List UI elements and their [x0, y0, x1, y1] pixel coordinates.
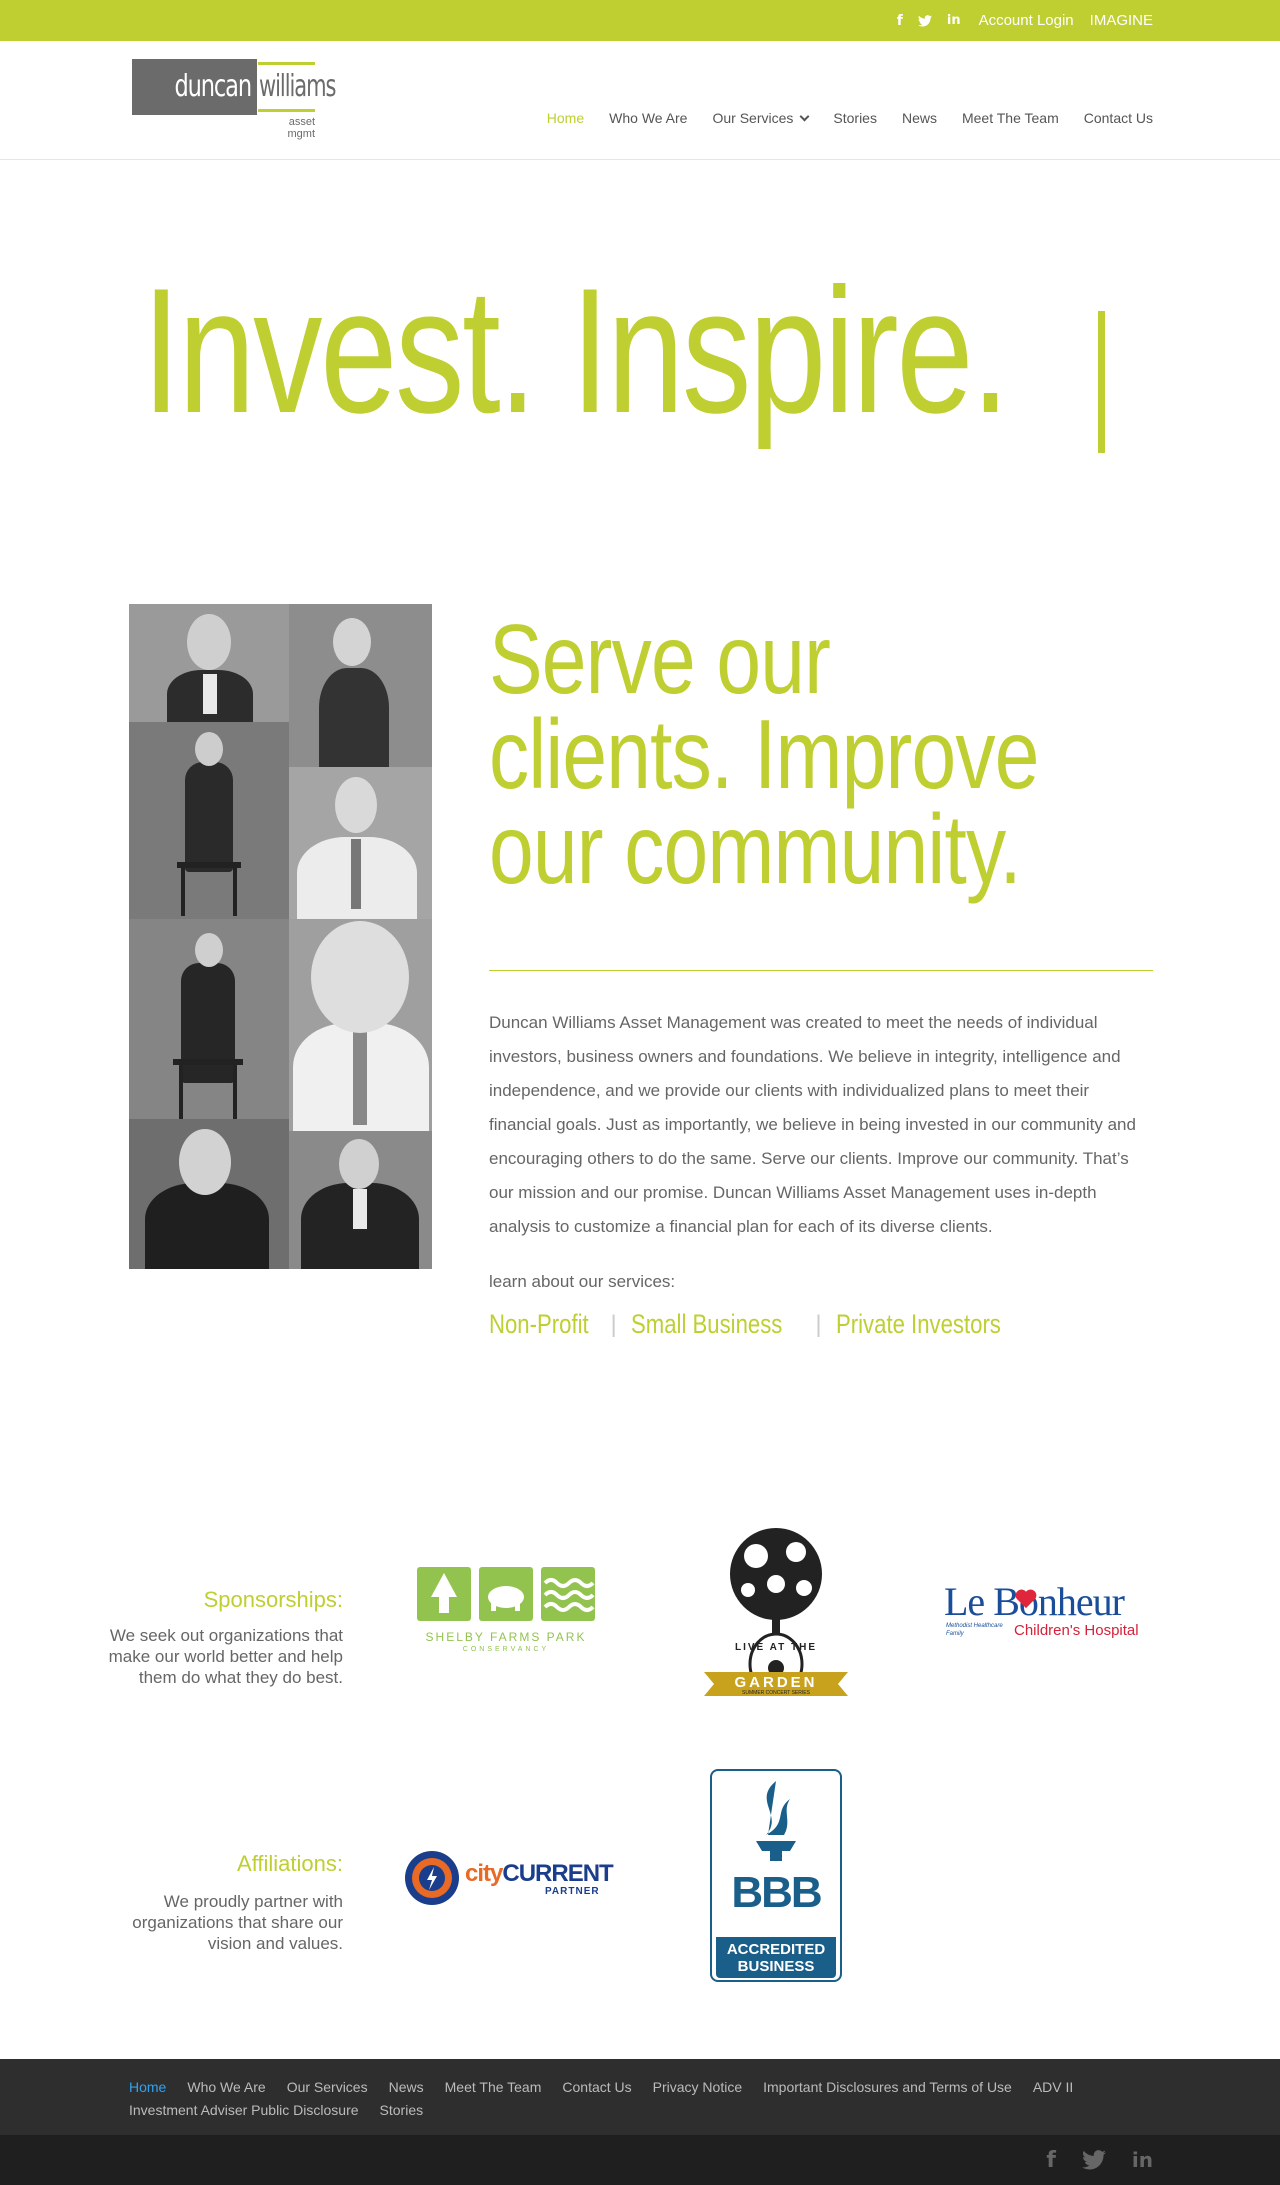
team-photo	[129, 604, 289, 722]
footer-link-contact-us[interactable]: Contact Us	[562, 2079, 631, 2095]
shelby-subcaption: CONSERVANCY	[462, 1646, 550, 1653]
team-photo	[289, 604, 432, 767]
bbb-line1: ACCREDITED	[726, 1941, 826, 1958]
footer-social-icons: f in	[1046, 2148, 1153, 2173]
bbb-line2: BUSINESS	[737, 1958, 815, 1975]
facebook-icon[interactable]: f	[1046, 2148, 1056, 2173]
chevron-down-icon	[799, 111, 810, 121]
typing-cursor	[1098, 311, 1105, 453]
team-photo	[289, 919, 432, 1131]
logo-tagline: asset mgmt	[287, 116, 316, 140]
link-separator: |	[815, 1310, 822, 1338]
service-link-private-investors[interactable]: Private Investors	[836, 1309, 1001, 1340]
bbb-letters: BBB	[731, 1868, 822, 1917]
logo-word-williams: williams	[259, 69, 336, 104]
logo-word-duncan: duncan	[174, 69, 253, 104]
footer-link-adv-ii[interactable]: ADV II	[1033, 2079, 1073, 2095]
team-photo-collage	[129, 604, 432, 1269]
nav-item-contact-us[interactable]: Contact Us	[1084, 110, 1153, 126]
lebonheur-sub: Children's Hospital	[1014, 1622, 1139, 1639]
team-photo	[129, 1119, 289, 1269]
service-link-non-profit[interactable]: Non-Profit	[489, 1309, 589, 1340]
live-at-the-garden-logo[interactable]: LIVE AT THE GARDEN SUMMER CONCERT SERIES	[700, 1522, 852, 1700]
twitter-icon[interactable]	[917, 14, 932, 27]
account-login-link[interactable]: Account Login	[979, 12, 1074, 29]
mission-headline-line: clients. Improve	[489, 699, 1039, 809]
top-bar: f in Account Login IMAGINE	[0, 0, 1280, 41]
mission-headline-line: our community.	[489, 794, 1022, 904]
shelby-farms-logo[interactable]: SHELBY FARMS PARK CONSERVANCY	[417, 1567, 595, 1657]
services-label: learn about our services:	[489, 1272, 676, 1291]
team-photo	[289, 1131, 432, 1269]
logo-accent-bar	[258, 109, 315, 112]
affiliations-description: We proudly partner with organizations th…	[132, 1892, 343, 1953]
city-partner-text: PARTNER	[545, 1886, 600, 1897]
footer-link-disclosures[interactable]: Important Disclosures and Terms of Use	[763, 2079, 1012, 2095]
team-photo	[129, 722, 289, 919]
sponsorships-description: We seek out organizations that make our …	[108, 1626, 343, 1687]
footer-bottom-bar: f in	[0, 2135, 1280, 2185]
garden-top-text: LIVE AT THE	[735, 1642, 817, 1653]
hero-title: Invest. Inspire.	[142, 251, 1010, 450]
footer-link-who-we-are[interactable]: Who We Are	[187, 2079, 265, 2095]
affiliations-title: Affiliations:	[237, 1851, 343, 1876]
service-link-small-business[interactable]: Small Business	[631, 1309, 782, 1340]
site-header: duncan williams asset mgmt Home Who We A…	[0, 41, 1280, 160]
footer-links: Home Who We Are Our Services News Meet T…	[129, 2079, 1159, 2118]
linkedin-icon[interactable]: in	[1132, 2148, 1153, 2173]
logo-box: duncan	[132, 59, 257, 115]
footer-link-stories[interactable]: Stories	[380, 2102, 424, 2118]
city-word: city	[465, 1860, 503, 1887]
services-links: Non-Profit | Small Business | Private In…	[489, 1309, 1037, 1340]
lebonheur-family: Methodist Healthcare Family	[946, 1623, 1003, 1637]
divider	[489, 970, 1153, 971]
footer-link-news[interactable]: News	[389, 2079, 424, 2095]
logo-accent-bar	[258, 62, 315, 65]
facebook-icon[interactable]: f	[897, 13, 903, 29]
garden-sub-text: SUMMER CONCERT SERIES	[742, 1690, 810, 1696]
linkedin-icon[interactable]: in	[947, 13, 961, 28]
link-separator: |	[610, 1310, 617, 1338]
sponsorships-title: Sponsorships:	[203, 1587, 343, 1612]
footer-link-investment-adviser[interactable]: Investment Adviser Public Disclosure	[129, 2102, 359, 2118]
footer-nav: Home Who We Are Our Services News Meet T…	[0, 2059, 1280, 2135]
nav-item-meet-the-team[interactable]: Meet The Team	[962, 110, 1059, 126]
footer-link-our-services[interactable]: Our Services	[287, 2079, 368, 2095]
team-photo	[129, 919, 289, 1119]
top-social-icons: f in	[897, 13, 961, 29]
nav-item-who-we-are[interactable]: Who We Are	[609, 110, 687, 126]
bbb-accredited-logo[interactable]: BBB ACCREDITED BUSINESS	[710, 1769, 842, 1982]
footer-link-privacy-notice[interactable]: Privacy Notice	[653, 2079, 742, 2095]
main-nav: Home Who We Are Our Services Stories New…	[522, 110, 1153, 126]
nav-item-our-services[interactable]: Our Services	[712, 110, 810, 126]
duncan-williams-logo[interactable]: duncan williams asset mgmt	[131, 58, 336, 140]
footer-link-home[interactable]: Home	[129, 2079, 166, 2095]
about-paragraph: Duncan Williams Asset Management was cre…	[489, 1013, 1136, 1236]
twitter-icon[interactable]	[1081, 2148, 1106, 2170]
garden-banner-text: GARDEN	[734, 1674, 818, 1691]
nav-item-label: Our Services	[712, 110, 794, 126]
city-current-logo[interactable]: cityCURRENT PARTNER	[403, 1848, 614, 1908]
le-bonheur-logo[interactable]: Le Bonheur Children's Hospital Methodist…	[944, 1578, 1144, 1648]
mission-headline: Serve our clients. Improve our community…	[489, 604, 1039, 904]
nav-item-stories[interactable]: Stories	[833, 110, 877, 126]
heart-icon	[1015, 1589, 1037, 1609]
shelby-caption: SHELBY FARMS PARK	[425, 1630, 587, 1644]
footer-link-meet-the-team[interactable]: Meet The Team	[445, 2079, 542, 2095]
nav-item-home[interactable]: Home	[547, 110, 584, 126]
current-word: CURRENT	[502, 1860, 613, 1887]
team-photo	[289, 767, 432, 919]
imagine-link[interactable]: IMAGINE	[1090, 12, 1153, 29]
nav-item-news[interactable]: News	[902, 110, 937, 126]
mission-headline-line: Serve our	[489, 604, 831, 714]
